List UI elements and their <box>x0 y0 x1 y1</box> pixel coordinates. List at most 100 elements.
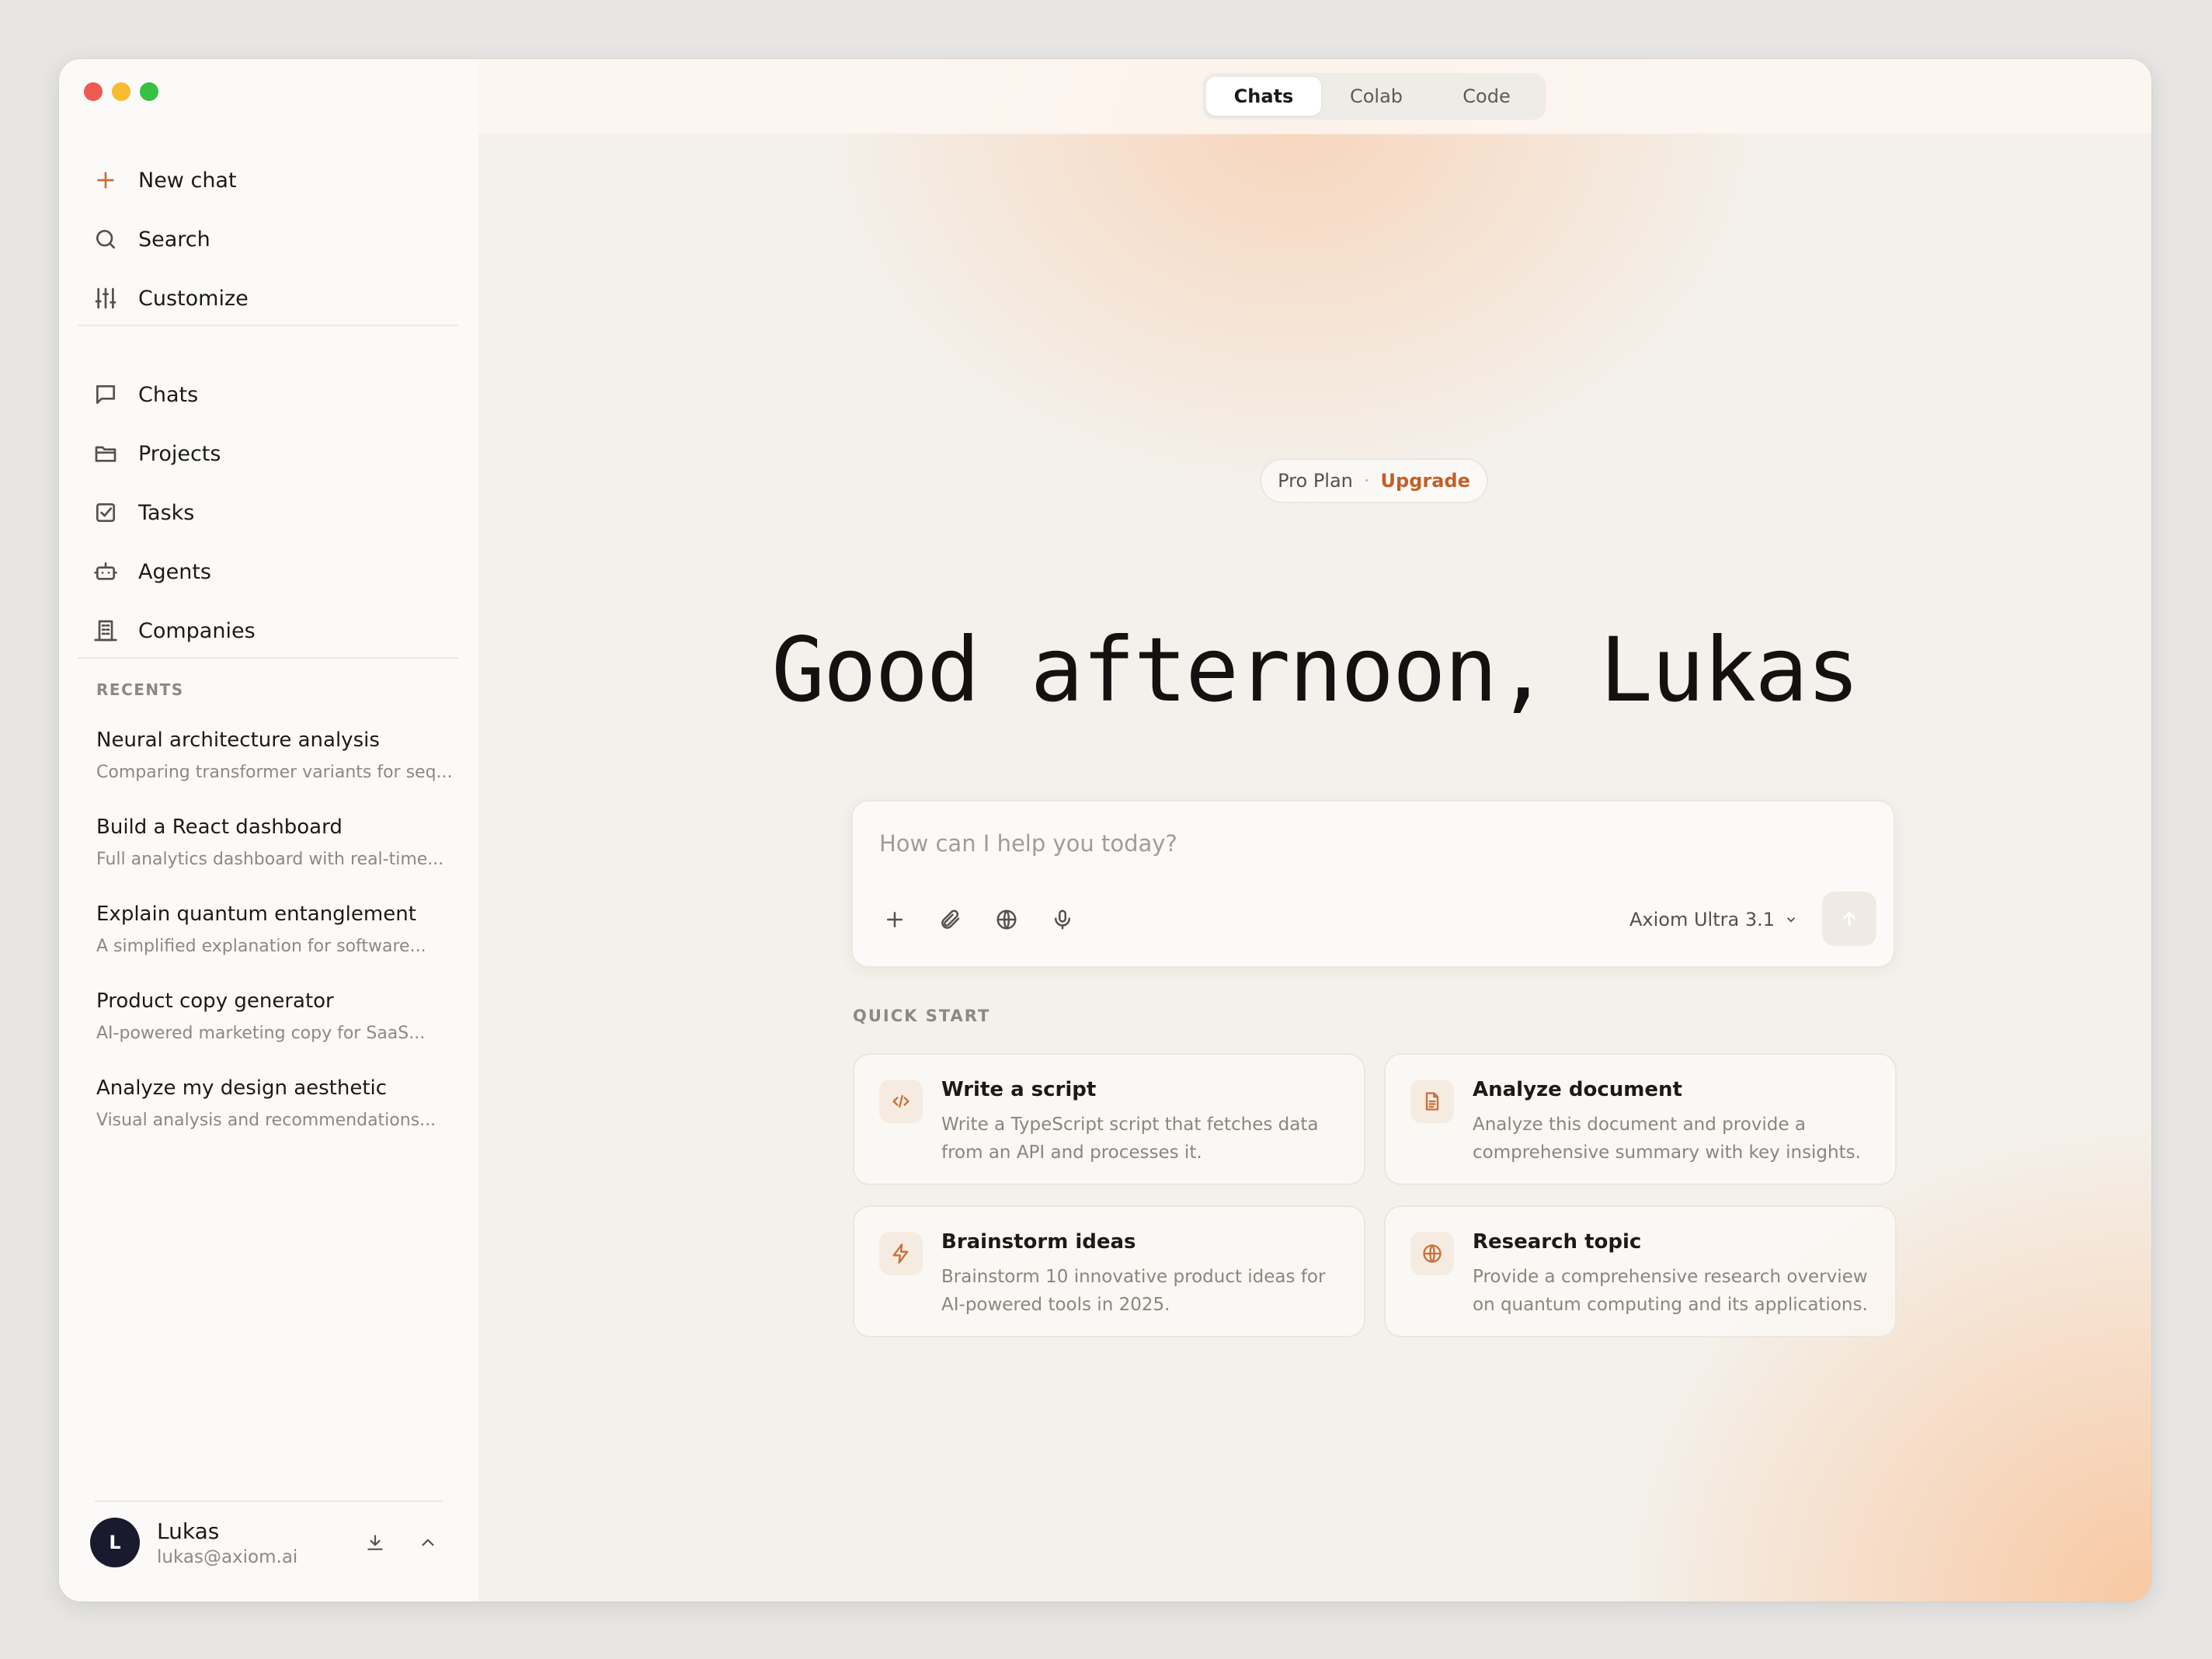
recent-chat-subtitle: Full analytics dashboard with real-time.… <box>96 850 444 869</box>
sidebar-divider <box>78 325 458 326</box>
card-title: Write a script <box>941 1078 1097 1101</box>
card-description: Analyze this document and provide a comp… <box>1473 1115 1861 1163</box>
download-icon <box>367 1535 383 1550</box>
sidebar-item-label: Tasks <box>138 500 195 525</box>
search-icon <box>96 230 115 249</box>
quick-start-heading: QUICK START <box>853 1007 991 1025</box>
attach-file-button[interactable] <box>932 901 969 938</box>
card-icon-wrap <box>879 1080 923 1123</box>
expand-user-menu-button[interactable] <box>409 1523 447 1562</box>
search-label: Search <box>138 227 210 252</box>
download-button[interactable] <box>356 1523 395 1562</box>
web-search-button[interactable] <box>988 901 1025 938</box>
sidebar-item-label: Agents <box>138 559 211 584</box>
search-button[interactable]: Search <box>93 216 210 263</box>
recent-chat-item[interactable]: Product copy generator AI-powered market… <box>96 989 454 1043</box>
sidebar-item-label: Companies <box>138 618 256 643</box>
recent-chat-subtitle: Comparing transformer variants for seq..… <box>96 763 453 782</box>
voice-input-button[interactable] <box>1044 901 1081 938</box>
card-icon-wrap <box>1410 1232 1454 1275</box>
document-icon <box>1425 1092 1439 1111</box>
user-name: Lukas <box>157 1518 220 1544</box>
customize-button[interactable]: Customize <box>93 275 249 322</box>
globe-icon <box>1423 1244 1442 1263</box>
tab-chats[interactable]: Chats <box>1206 77 1321 116</box>
main-content: Chats Colab Code Pro Plan · Upgrade Good… <box>478 59 2151 1602</box>
quick-start-card-analyze-document[interactable]: Analyze document Analyze this document a… <box>1384 1053 1897 1185</box>
new-chat-button[interactable]: New chat <box>93 157 237 203</box>
code-icon <box>892 1094 909 1108</box>
paperclip-icon <box>941 909 960 929</box>
lightning-icon <box>892 1243 909 1264</box>
user-profile: L Lukas lukas@axiom.ai <box>90 1511 447 1574</box>
avatar[interactable]: L <box>90 1518 140 1567</box>
recent-chat-title: Build a React dashboard <box>96 816 343 839</box>
sidebar-item-label: Projects <box>138 441 221 466</box>
checkbox-icon <box>96 503 115 522</box>
card-description: Brainstorm 10 innovative product ideas f… <box>941 1267 1326 1315</box>
user-info: Lukas lukas@axiom.ai <box>157 1518 342 1567</box>
plus-icon <box>887 912 903 927</box>
sidebar-item-label: Chats <box>138 382 199 407</box>
card-title: Analyze document <box>1473 1078 1682 1101</box>
sidebar: New chat Search Customize Chats Projects… <box>59 59 478 1602</box>
recent-chat-subtitle: A simplified explanation for software... <box>96 937 426 956</box>
card-description: Provide a comprehensive research overvie… <box>1473 1267 1868 1315</box>
sidebar-item-chats[interactable]: Chats <box>93 371 198 418</box>
card-description: Write a TypeScript script that fetches d… <box>941 1115 1319 1163</box>
recent-chat-title: Product copy generator <box>96 989 334 1013</box>
recent-chat-subtitle: AI-powered marketing copy for SaaS... <box>96 1024 426 1043</box>
sidebar-item-tasks[interactable]: Tasks <box>93 489 194 536</box>
plan-name: Pro Plan <box>1278 470 1353 492</box>
recent-chat-item[interactable]: Neural architecture analysis Comparing t… <box>96 729 454 782</box>
chevron-down-icon <box>1786 917 1796 923</box>
building-icon <box>94 620 117 642</box>
plus-icon <box>97 172 114 189</box>
recent-chat-item[interactable]: Analyze my design aesthetic Visual analy… <box>96 1076 454 1130</box>
sliders-icon <box>95 287 117 309</box>
card-title: Brainstorm ideas <box>941 1230 1136 1254</box>
arrow-up-icon <box>1843 912 1856 926</box>
card-icon-wrap <box>1410 1080 1454 1123</box>
close-window-button[interactable] <box>84 82 103 101</box>
greeting-heading: Good afternoon, Lukas <box>771 618 1859 722</box>
quick-start-card-research[interactable]: Research topic Provide a comprehensive r… <box>1384 1205 1897 1337</box>
customize-label: Customize <box>138 286 249 311</box>
sidebar-divider <box>78 657 458 659</box>
card-icon-wrap <box>879 1232 923 1275</box>
minimize-window-button[interactable] <box>112 82 130 101</box>
prompt-input[interactable] <box>878 823 1813 864</box>
recent-chat-item[interactable]: Build a React dashboard Full analytics d… <box>96 816 454 869</box>
quick-start-card-brainstorm[interactable]: Brainstorm ideas Brainstorm 10 innovativ… <box>853 1205 1365 1337</box>
add-attachment-button[interactable] <box>876 901 913 938</box>
plan-badge: Pro Plan · Upgrade <box>1260 458 1488 503</box>
chevron-up-icon <box>422 1539 434 1546</box>
chat-bubble-icon <box>96 385 115 404</box>
sidebar-item-agents[interactable]: Agents <box>93 548 211 595</box>
microphone-icon <box>1055 909 1070 930</box>
recent-chat-item[interactable]: Explain quantum entanglement A simplifie… <box>96 903 454 956</box>
recent-chat-title: Neural architecture analysis <box>96 729 380 752</box>
quick-start-card-write-script[interactable]: Write a script Write a TypeScript script… <box>853 1053 1365 1185</box>
recent-chat-title: Explain quantum entanglement <box>96 903 416 926</box>
upgrade-link[interactable]: Upgrade <box>1381 470 1470 492</box>
card-title: Research topic <box>1473 1230 1642 1254</box>
app-window: New chat Search Customize Chats Projects… <box>59 59 2151 1602</box>
new-chat-label: New chat <box>138 168 237 193</box>
globe-icon <box>996 909 1017 930</box>
sidebar-item-companies[interactable]: Companies <box>93 607 256 654</box>
mode-switcher: Chats Colab Code <box>1202 73 1546 120</box>
tab-code[interactable]: Code <box>1431 77 1542 116</box>
send-button[interactable] <box>1822 892 1876 946</box>
maximize-window-button[interactable] <box>140 82 158 101</box>
tab-colab[interactable]: Colab <box>1321 77 1431 116</box>
folder-icon <box>95 446 117 462</box>
window-controls <box>84 82 158 101</box>
model-name: Axiom Ultra 3.1 <box>1629 909 1775 930</box>
model-selector[interactable]: Axiom Ultra 3.1 <box>1629 903 1798 937</box>
recent-chat-subtitle: Visual analysis and recommendations... <box>96 1111 436 1130</box>
sidebar-item-projects[interactable]: Projects <box>93 430 221 477</box>
user-email: lukas@axiom.ai <box>157 1546 298 1567</box>
recents-heading: RECENTS <box>96 680 184 699</box>
top-bar: Chats Colab Code <box>478 59 2151 134</box>
